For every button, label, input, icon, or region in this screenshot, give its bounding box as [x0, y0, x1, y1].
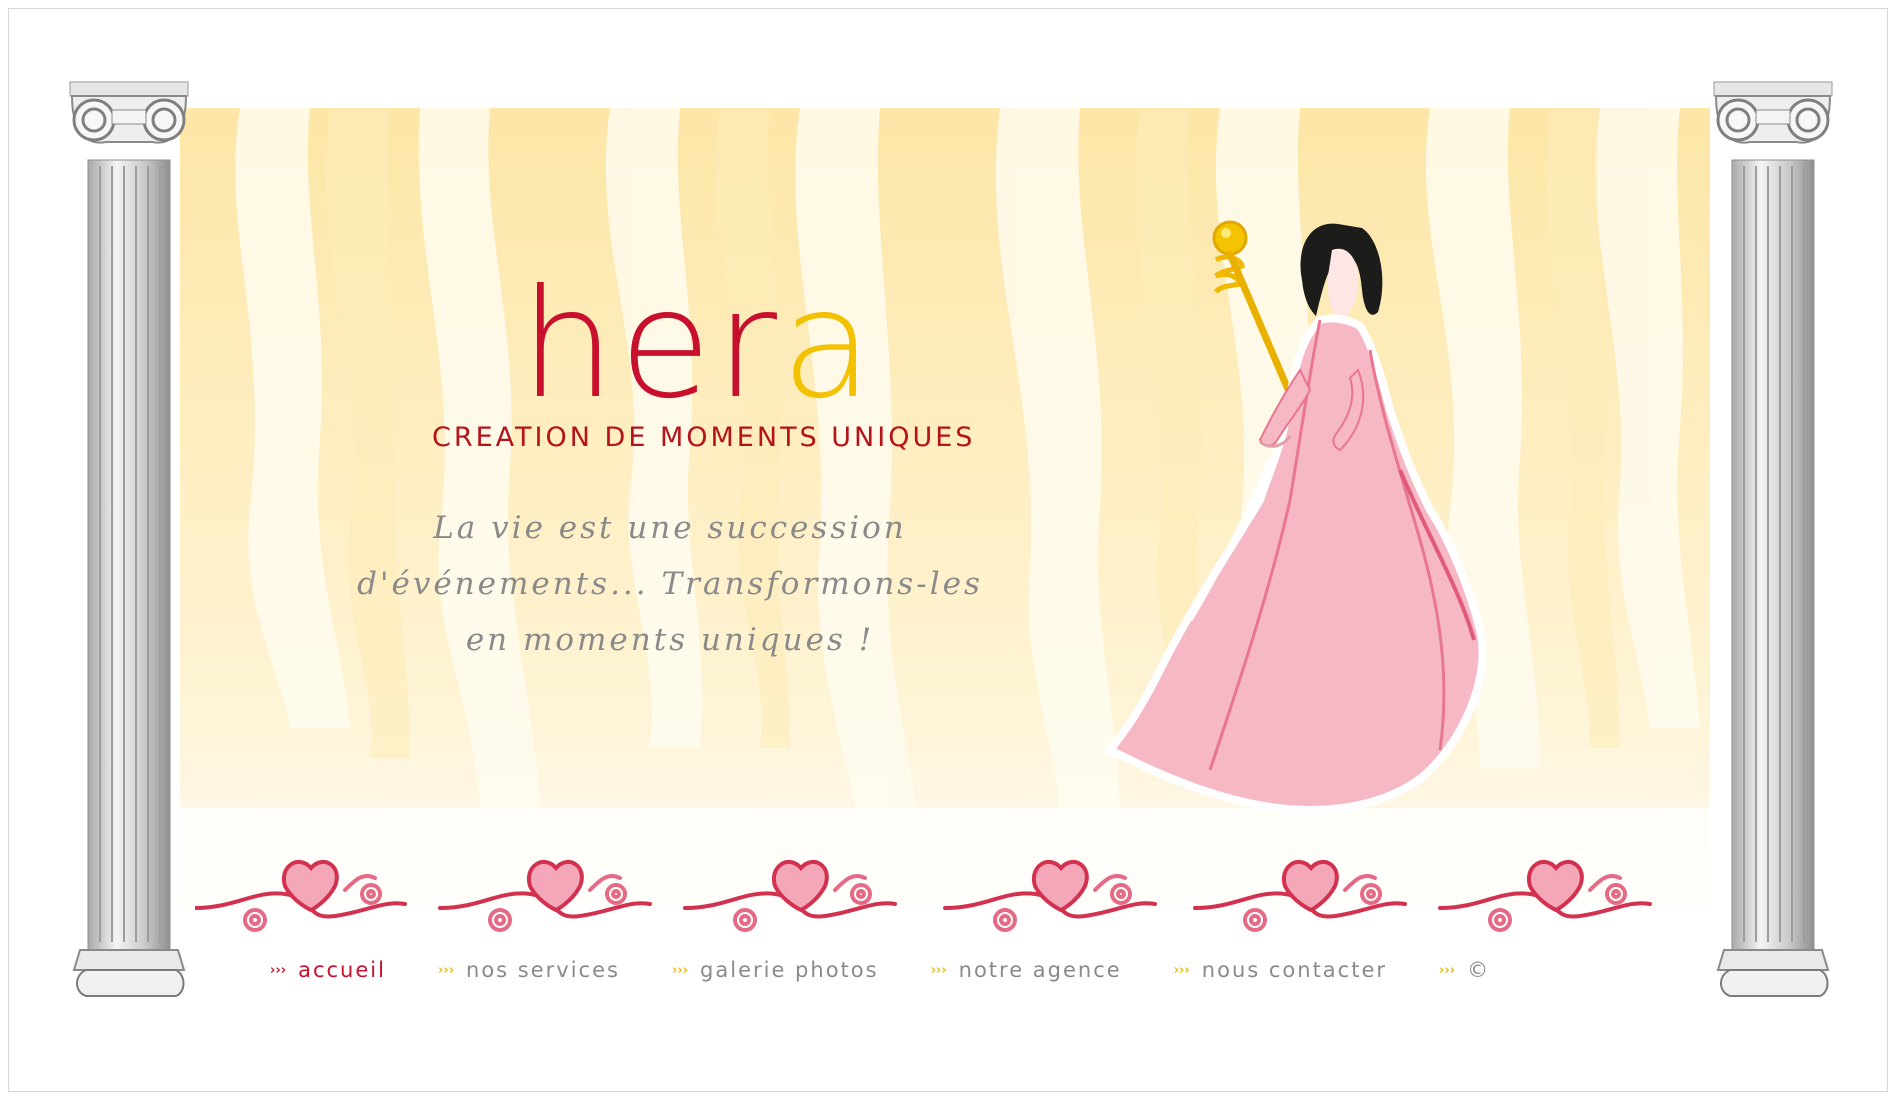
- arrow-icon: ›››: [270, 962, 287, 978]
- logo-letters-er: er: [619, 258, 782, 432]
- main-navigation: ››› accueil ››› nos services ››› galerie…: [270, 955, 1490, 985]
- nav-item-label: notre agence: [958, 958, 1122, 982]
- slogan-line-1: La vie est une succession: [433, 510, 907, 546]
- arrow-icon: ›››: [930, 962, 947, 978]
- hero-slogan: La vie est une succession d'événements..…: [320, 500, 1020, 668]
- hera-logo[interactable]: hera creation de moments uniques: [432, 270, 972, 470]
- logo-letter-a: a: [781, 258, 877, 432]
- nav-item-label: ©: [1467, 958, 1491, 982]
- nav-item-copyright[interactable]: ››› ©: [1439, 958, 1490, 982]
- logo-tagline: creation de moments uniques: [432, 422, 976, 453]
- logo-wordmark: hera: [520, 270, 877, 420]
- nav-item-accueil[interactable]: ››› accueil: [270, 958, 386, 982]
- nav-item-label: nous contacter: [1201, 958, 1388, 982]
- nav-item-nous-contacter[interactable]: ››› nous contacter: [1174, 958, 1387, 982]
- nav-item-label: galerie photos: [700, 958, 879, 982]
- slogan-line-2: d'événements... Transformons-les: [357, 566, 983, 602]
- nav-item-nos-services[interactable]: ››› nos services: [438, 958, 620, 982]
- nav-item-label: nos services: [466, 958, 620, 982]
- slogan-line-3: en moments uniques !: [465, 622, 875, 658]
- left-column-icon: [66, 80, 192, 1004]
- logo-letters-h: h: [520, 258, 620, 432]
- arrow-icon: ›››: [671, 962, 689, 978]
- right-column-icon: [1710, 80, 1836, 1004]
- arrow-icon: ›››: [1173, 962, 1190, 978]
- arrow-icon: ›››: [437, 962, 455, 978]
- goddess-illustration-icon: [1070, 210, 1490, 824]
- nav-item-notre-agence[interactable]: ››› notre agence: [931, 958, 1122, 982]
- heart-scroll-ornament-icon: [193, 850, 1705, 944]
- nav-item-label: accueil: [298, 958, 386, 982]
- nav-item-galerie-photos[interactable]: ››› galerie photos: [672, 958, 879, 982]
- arrow-icon: ›››: [1439, 962, 1456, 978]
